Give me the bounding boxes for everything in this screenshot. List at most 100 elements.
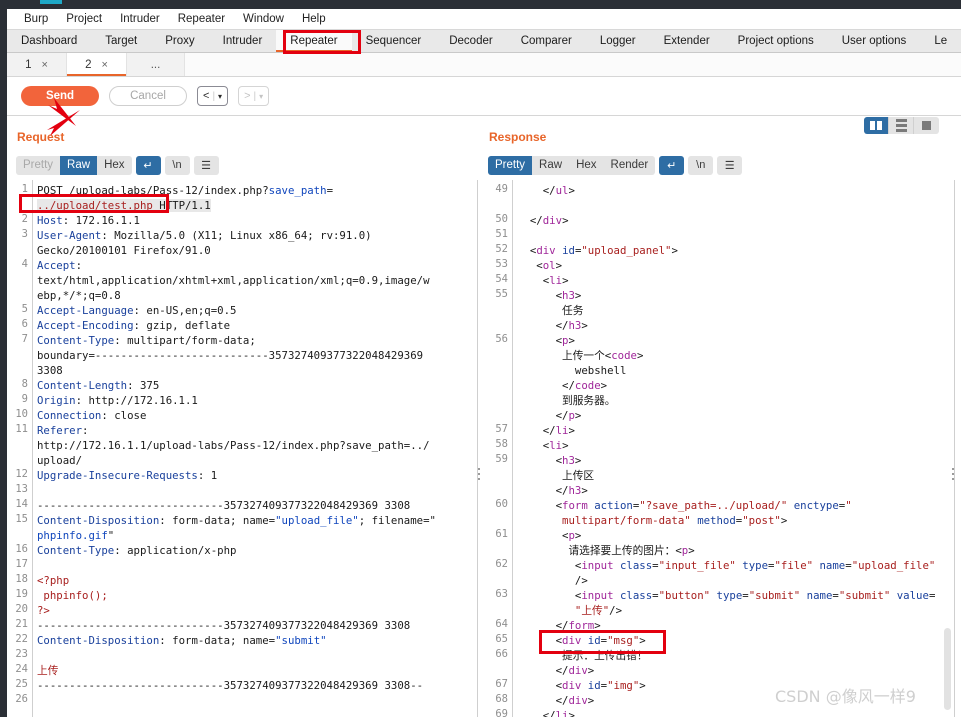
- response-code-line: <form action="?save_path=../upload/" enc…: [517, 499, 852, 512]
- response-format-render[interactable]: Render: [603, 155, 656, 175]
- tab-logger[interactable]: Logger: [586, 30, 650, 52]
- response-line-number: 68: [495, 693, 508, 705]
- request-code-line: phpinfo();: [37, 589, 108, 602]
- request-line-number: 12: [15, 468, 28, 480]
- request-code-line: <?php: [37, 574, 70, 587]
- request-code-line: User-Agent: Mozilla/5.0 (X11; Linux x86_…: [37, 229, 372, 242]
- repeater-tab-label: 2: [85, 58, 92, 71]
- response-code-line: <li>: [517, 439, 569, 452]
- forward-arrow-icon: >: [244, 90, 251, 102]
- tab-extender[interactable]: Extender: [650, 30, 724, 52]
- response-code-line: <p>: [517, 529, 582, 542]
- response-splitter-handle[interactable]: [950, 468, 955, 480]
- cancel-button[interactable]: Cancel: [109, 86, 187, 106]
- repeater-tab-1[interactable]: 1 ×: [7, 53, 67, 76]
- tab-proxy[interactable]: Proxy: [151, 30, 208, 52]
- response-line-number: 60: [495, 498, 508, 510]
- tab-decoder[interactable]: Decoder: [435, 30, 506, 52]
- burp-suite-window: Burp Project Intruder Repeater Window Help Da…: [0, 0, 961, 717]
- tab-intruder[interactable]: Intruder: [209, 30, 277, 52]
- request-code-line: Accept-Encoding: gzip, deflate: [37, 319, 231, 332]
- response-line-number: 62: [495, 558, 508, 570]
- send-button[interactable]: Send: [21, 86, 99, 106]
- single-view-icon[interactable]: [914, 117, 939, 134]
- response-line-numbers: 49 50 51 52 53 54 55 56 57 58 59 60 61 62 63 64 65 66 67 68…: [483, 180, 513, 717]
- request-code-line: phpinfo.gif": [37, 529, 115, 542]
- response-code-line: webshell: [517, 364, 627, 377]
- tab-sequencer[interactable]: Sequencer: [352, 30, 436, 52]
- request-code-line: upload/: [37, 454, 83, 467]
- response-format-hex[interactable]: Hex: [569, 155, 604, 175]
- request-wrap-toggle-icon[interactable]: ↵: [135, 155, 161, 175]
- close-icon[interactable]: ×: [41, 59, 47, 71]
- tab-target[interactable]: Target: [91, 30, 151, 52]
- response-line-number: 53: [495, 258, 508, 270]
- tab-comparer[interactable]: Comparer: [507, 30, 586, 52]
- request-code-line: Content-Type: application/x-php: [37, 544, 237, 557]
- request-line-number: 7: [21, 333, 28, 345]
- request-code-line: Content-Length: 375: [37, 379, 160, 392]
- response-code-line: </form>: [517, 619, 601, 632]
- repeater-tab-label: 1: [25, 58, 32, 71]
- repeater-action-bar: Send Cancel < | ▾ > | ▾: [7, 77, 961, 116]
- response-scrollbar-thumb[interactable]: [944, 628, 951, 710]
- response-line-number: 65: [495, 633, 508, 645]
- split-view-icon[interactable]: [864, 117, 889, 134]
- stacked-view-icon[interactable]: [889, 117, 914, 134]
- request-format-pretty[interactable]: Pretty: [16, 155, 61, 175]
- menu-item-project[interactable]: Project: [57, 9, 111, 29]
- repeater-tab-overflow[interactable]: ...: [127, 53, 185, 76]
- response-code-area[interactable]: </ul> </div> <div id="upload_panel"> <ol…: [517, 180, 954, 717]
- back-arrow-icon: <: [203, 90, 210, 102]
- response-line-number: 54: [495, 273, 508, 285]
- response-code-line: </code>: [517, 379, 608, 392]
- request-code-line: Accept-Language: en-US,en;q=0.5: [37, 304, 237, 317]
- request-code-line: ../upload/test.php HTTP/1.1: [37, 199, 211, 212]
- tab-repeater[interactable]: Repeater: [276, 30, 352, 52]
- tab-user-options[interactable]: User options: [828, 30, 921, 52]
- history-forward-button[interactable]: > | ▾: [238, 86, 270, 106]
- response-menu-icon[interactable]: ☰: [717, 155, 743, 175]
- response-wrap-toggle-icon[interactable]: ↵: [659, 155, 685, 175]
- request-splitter-handle[interactable]: [476, 468, 481, 480]
- request-code-area[interactable]: POST /upload-labs/Pass-12/index.php?save…: [37, 180, 477, 717]
- response-editor[interactable]: 49 50 51 52 53 54 55 56 57 58 59 60 61 62 63 64 65 66 67 68…: [483, 180, 954, 717]
- request-line-number: 9: [21, 393, 28, 405]
- request-line-number: 25: [15, 678, 28, 690]
- response-line-number: 52: [495, 243, 508, 255]
- menu-item-window[interactable]: Window: [234, 9, 293, 29]
- response-newline-toggle[interactable]: \n: [688, 155, 714, 175]
- menu-item-burp[interactable]: Burp: [15, 9, 57, 29]
- request-format-hex[interactable]: Hex: [97, 155, 132, 175]
- request-line-number: 18: [15, 573, 28, 585]
- request-format-raw[interactable]: Raw: [60, 155, 98, 175]
- response-line-number: 64: [495, 618, 508, 630]
- response-code-line: 上传区: [517, 469, 595, 482]
- back-separator: |: [212, 90, 216, 102]
- request-line-number: 21: [15, 618, 28, 630]
- request-line-number: 1: [21, 183, 28, 195]
- request-newline-toggle[interactable]: \n: [164, 155, 190, 175]
- repeater-tab-2[interactable]: 2 ×: [67, 53, 127, 76]
- forward-separator: |: [253, 90, 257, 102]
- tab-project-options[interactable]: Project options: [724, 30, 828, 52]
- response-format-pretty[interactable]: Pretty: [488, 155, 533, 175]
- response-format-bar: Pretty Raw Hex Render ↵ \n ☰: [488, 155, 743, 175]
- menu-item-repeater[interactable]: Repeater: [169, 9, 234, 29]
- request-line-number: 20: [15, 603, 28, 615]
- response-code-line: 上传一个<code>: [517, 349, 644, 362]
- menu-item-intruder[interactable]: Intruder: [111, 9, 169, 29]
- request-menu-icon[interactable]: ☰: [193, 155, 219, 175]
- tab-dashboard[interactable]: Dashboard: [7, 30, 91, 52]
- tab-le[interactable]: Le: [920, 30, 961, 52]
- request-panel-right-border: [477, 180, 478, 717]
- request-editor[interactable]: 1 2 3 4 5 6 7 8 9 10 11 12 13 14 15 16 17 18 19 20 21 22 23 24 2…: [7, 180, 477, 717]
- request-code-line: -----------------------------35732740937…: [37, 499, 411, 512]
- history-back-button[interactable]: < | ▾: [197, 86, 229, 106]
- close-icon[interactable]: ×: [101, 59, 107, 71]
- menu-item-help[interactable]: Help: [293, 9, 335, 29]
- request-code-line: Accept:: [37, 259, 83, 272]
- response-code-line: <div id="upload_panel">: [517, 244, 678, 257]
- request-format-tabs: Pretty Raw Hex: [16, 155, 132, 175]
- response-format-raw[interactable]: Raw: [532, 155, 570, 175]
